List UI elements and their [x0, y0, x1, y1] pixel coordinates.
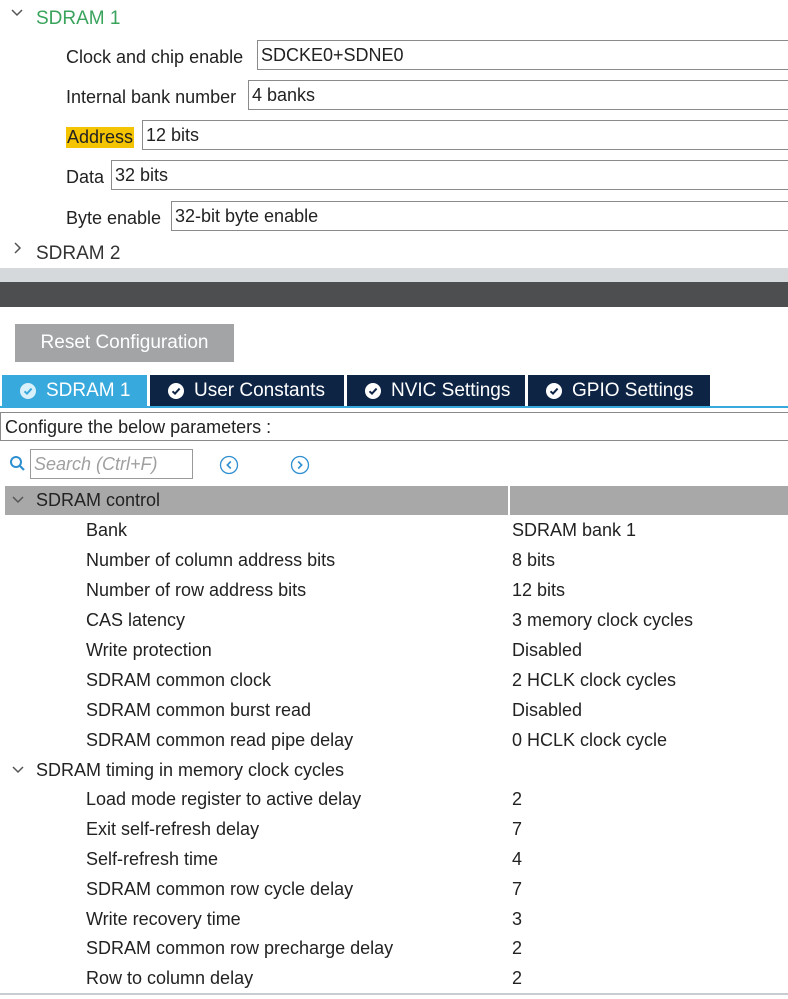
param-value[interactable]: 7 [512, 819, 522, 840]
param-value[interactable]: Disabled [512, 640, 582, 661]
byte-enable-field[interactable]: 32-bit byte enable [171, 201, 788, 231]
address-field[interactable]: 12 bits [142, 120, 788, 150]
column-divider [508, 486, 510, 515]
tab-sdram1[interactable]: SDRAM 1 [2, 375, 147, 406]
clock-chip-enable-field[interactable]: SDCKE0+SDNE0 [257, 40, 788, 70]
splitter-bar[interactable] [0, 282, 788, 307]
param-label-data: Data [66, 167, 105, 187]
configure-description: Configure the below parameters : [0, 412, 788, 441]
param-name: Number of row address bits [86, 580, 307, 600]
data-field[interactable]: 32 bits [111, 160, 788, 190]
check-circle-icon [20, 382, 36, 399]
chevron-down-icon[interactable] [11, 763, 25, 779]
param-name: Write protection [86, 640, 212, 660]
param-name: SDRAM common read pipe delay [86, 730, 354, 750]
splitter-light [0, 268, 788, 282]
tree-node-sdram1[interactable]: SDRAM 1 [36, 8, 120, 30]
param-name: Number of column address bits [86, 550, 336, 570]
param-value[interactable]: SDRAM bank 1 [512, 520, 636, 541]
bottom-border [0, 993, 788, 995]
param-value[interactable]: 3 [512, 909, 522, 930]
previous-circle-icon[interactable] [219, 455, 239, 480]
check-circle-icon [546, 382, 562, 399]
tab-user-constants[interactable]: User Constants [150, 375, 344, 406]
param-value[interactable]: 2 HCLK clock cycles [512, 670, 676, 691]
chevron-down-icon[interactable] [11, 493, 25, 509]
param-name: SDRAM common row cycle delay [86, 879, 354, 899]
param-label-byte-enable: Byte enable [66, 208, 162, 228]
tab-gpio-settings[interactable]: GPIO Settings [528, 375, 710, 406]
tab-nvic-settings[interactable]: NVIC Settings [347, 375, 525, 406]
param-label-address: Address [66, 127, 135, 148]
param-value[interactable]: Disabled [512, 700, 582, 721]
param-value[interactable]: 2 [512, 938, 522, 959]
check-circle-icon [365, 382, 381, 399]
group-title-sdram-control: SDRAM control [36, 490, 161, 510]
tree-node-sdram2[interactable]: SDRAM 2 [36, 243, 120, 265]
param-label-clock-chip-enable: Clock and chip enable [66, 47, 244, 67]
param-value[interactable]: 2 [512, 968, 522, 989]
group-title-sdram-timing[interactable]: SDRAM timing in memory clock cycles [36, 760, 344, 781]
param-name: Self-refresh time [86, 849, 219, 869]
tab-label: User Constants [194, 379, 325, 401]
param-name: SDRAM common burst read [86, 700, 312, 720]
tab-label: SDRAM 1 [46, 379, 131, 401]
param-value[interactable]: 4 [512, 849, 522, 870]
param-value[interactable]: 0 HCLK clock cycle [512, 730, 667, 751]
search-icon [9, 455, 27, 478]
param-name: SDRAM common clock [86, 670, 272, 690]
param-name: Exit self-refresh delay [86, 819, 260, 839]
param-label-internal-bank-number: Internal bank number [66, 87, 237, 107]
chevron-down-icon[interactable] [10, 6, 24, 23]
param-value[interactable]: 7 [512, 879, 522, 900]
chevron-right-icon[interactable] [12, 241, 22, 259]
internal-bank-number-field[interactable]: 4 banks [248, 80, 788, 110]
param-name: Load mode register to active delay [86, 789, 362, 809]
param-name: Write recovery time [86, 909, 241, 929]
param-value[interactable]: 2 [512, 789, 522, 810]
check-circle-icon [168, 382, 184, 399]
tab-label: GPIO Settings [572, 379, 694, 401]
tab-label: NVIC Settings [391, 379, 511, 401]
param-name: CAS latency [86, 610, 186, 630]
param-name: SDRAM common row precharge delay [86, 938, 394, 958]
param-value[interactable]: 3 memory clock cycles [512, 610, 693, 631]
tab-underline [0, 406, 788, 408]
param-name: Row to column delay [86, 968, 254, 988]
param-value[interactable]: 12 bits [512, 580, 565, 601]
search-input[interactable] [30, 449, 193, 479]
param-name: Bank [86, 520, 128, 540]
next-circle-icon[interactable] [290, 455, 310, 480]
reset-configuration-button[interactable]: Reset Configuration [15, 324, 234, 362]
param-value[interactable]: 8 bits [512, 550, 555, 571]
